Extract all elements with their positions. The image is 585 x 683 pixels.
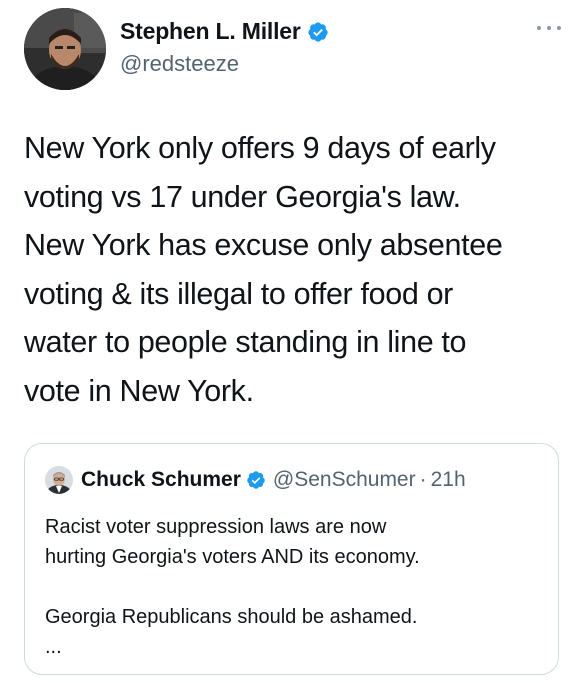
author-display-name[interactable]: Stephen L. Miller [120,18,301,45]
quoted-author-handle[interactable]: @SenSchumer [273,468,416,492]
tweet-text: New York only offers 9 days of early vot… [24,131,503,408]
quoted-tweet-text: Racist voter suppression laws are now hu… [45,516,420,658]
quoted-tweet-header: Chuck Schumer @SenSchumer · 21h [45,466,466,494]
tweet-card: Stephen L. Miller @redsteeze New York on… [0,0,585,683]
author-info: Stephen L. Miller @redsteeze [120,18,329,77]
verified-badge-icon [307,21,328,42]
more-horizontal-icon[interactable] [535,22,563,34]
quoted-separator: · [419,468,427,491]
avatar-photo [24,8,106,90]
display-name-row: Stephen L. Miller [120,18,329,45]
quoted-avatar-photo [45,466,73,494]
quoted-author-avatar[interactable] [45,466,73,494]
author-handle[interactable]: @redsteeze [120,51,329,77]
quoted-verified-badge-icon [247,471,265,489]
quoted-timestamp[interactable]: 21h [431,468,466,492]
author-avatar[interactable] [24,8,106,90]
quoted-tweet[interactable]: Chuck Schumer @SenSchumer · 21h Racist v… [24,443,559,675]
quoted-author-display-name[interactable]: Chuck Schumer [81,468,241,492]
